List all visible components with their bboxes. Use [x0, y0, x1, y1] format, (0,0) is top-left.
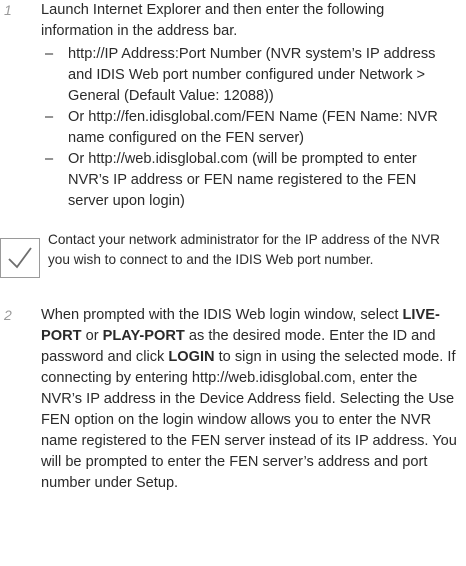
step-text: Launch Internet Explorer and then enter … [41, 2, 385, 39]
step-number: 2 [4, 307, 12, 323]
play-port-label: PLAY-PORT [102, 328, 185, 344]
checkmark-icon [0, 238, 40, 278]
list-item: – Or http://fen.idisglobal.com/FEN Name … [45, 109, 438, 146]
note-text: Contact your network administrator for t… [48, 232, 440, 267]
login-label: LOGIN [168, 349, 215, 365]
list-item: – Or http://web.idisglobal.com (will be … [45, 151, 417, 209]
step-text: When prompted with the IDIS Web login wi… [41, 307, 457, 491]
list-item: – http://IP Address:Port Number (NVR sys… [45, 46, 436, 104]
checkmark-glyph [8, 247, 32, 269]
step-number: 1 [4, 2, 12, 18]
address-list: – http://IP Address:Port Number (NVR sys… [45, 44, 459, 212]
